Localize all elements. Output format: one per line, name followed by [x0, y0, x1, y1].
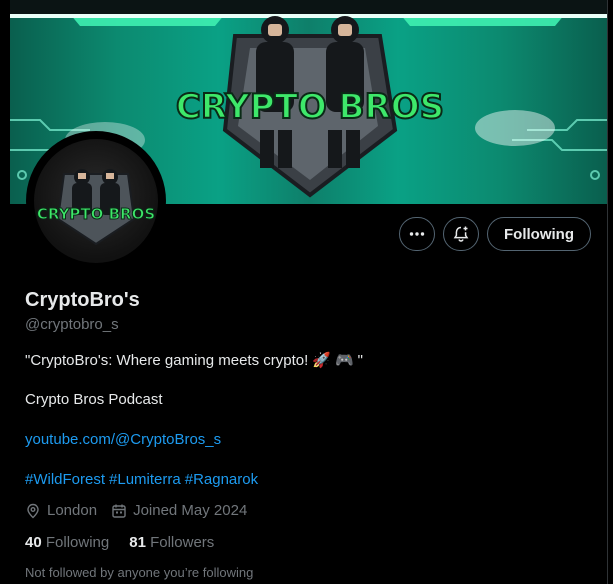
bio-text: "CryptoBro's: Where gaming meets crypto!: [25, 351, 309, 369]
bio: "CryptoBro's: Where gaming meets crypto!…: [25, 351, 363, 370]
not-followed-notice: Not followed by anyone you’re following: [25, 565, 254, 580]
user-handle: @cryptobro_s: [25, 316, 119, 333]
more-options-button[interactable]: [399, 217, 435, 251]
hashtag-lumiterra[interactable]: #Lumiterra: [109, 471, 181, 488]
joined-text: Joined May 2024: [133, 502, 248, 519]
youtube-link[interactable]: youtube.com/@CryptoBros_s: [25, 431, 221, 448]
more-dots-icon: [409, 232, 425, 236]
gamepad-emoji: 🎮: [334, 352, 354, 369]
location-item: London: [25, 502, 97, 519]
location-text: London: [47, 502, 98, 519]
following-count: 40: [25, 534, 42, 551]
svg-text:CRYPTO BROS: CRYPTO BROS: [37, 205, 155, 223]
column-divider: [607, 0, 608, 584]
following-button-label: Following: [504, 225, 574, 243]
following-button[interactable]: Following: [487, 217, 591, 251]
profile-meta: London Joined May 2024: [25, 502, 261, 519]
display-name: CryptoBro's: [25, 289, 140, 311]
profile-avatar[interactable]: CRYPTO BROS: [26, 131, 166, 271]
bio-podcast-line: Crypto Bros Podcast: [25, 391, 163, 408]
rocket-emoji: 🚀: [312, 352, 331, 369]
notifications-button[interactable]: [443, 217, 479, 251]
bell-plus-icon: [453, 226, 469, 242]
hashtag-wildforest[interactable]: #WildForest: [25, 471, 105, 488]
following-count-label: Following: [45, 534, 110, 551]
hashtag-ragnarok[interactable]: #Ragnarok: [185, 471, 258, 488]
joined-item: Joined May 2024: [111, 502, 247, 519]
follow-counts: 40 Following 81 Followers: [25, 534, 214, 551]
location-pin-icon: [27, 503, 39, 518]
profile-page: CRYPTO BROS CRYPTO BROS Following Crypto…: [0, 0, 613, 584]
following-count-link[interactable]: 40 Following: [25, 534, 109, 551]
svg-text:CRYPTO BROS: CRYPTO BROS: [176, 87, 444, 127]
calendar-icon: [112, 504, 126, 518]
followers-count-label: Followers: [150, 534, 215, 551]
followers-count: 81: [129, 534, 146, 551]
followers-count-link[interactable]: 81 Followers: [129, 534, 214, 551]
bio-end-quote: ": [357, 351, 363, 369]
hashtag-list: #WildForest #Lumiterra #Ragnarok: [25, 471, 258, 488]
avatar-image: CRYPTO BROS: [34, 139, 158, 263]
